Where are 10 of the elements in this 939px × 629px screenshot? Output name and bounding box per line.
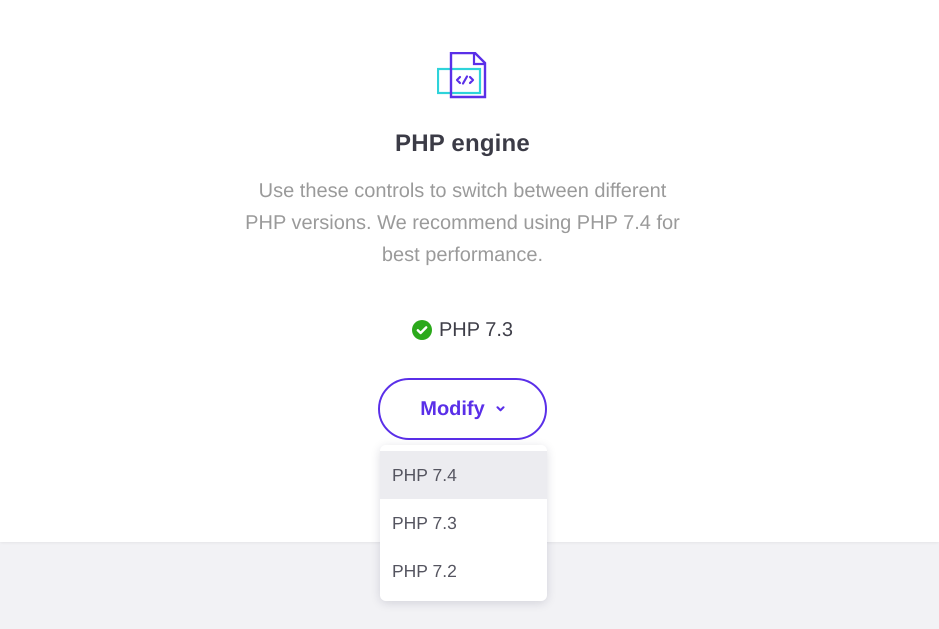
chevron-down-icon (496, 406, 505, 412)
check-circle-icon (412, 320, 432, 340)
code-file-icon (436, 52, 486, 99)
version-option[interactable]: PHP 7.3 (380, 499, 547, 547)
modify-button[interactable]: Modify (378, 378, 547, 440)
version-option[interactable]: PHP 7.4 (380, 451, 547, 499)
version-option[interactable]: PHP 7.2 (380, 547, 547, 595)
section-title: PHP engine (395, 129, 530, 159)
current-version: PHP 7.3 (438, 318, 514, 342)
section-description: Use these controls to switch between different PHP versions. We recommend using PHP 7.4 for best performance. (244, 179, 681, 268)
